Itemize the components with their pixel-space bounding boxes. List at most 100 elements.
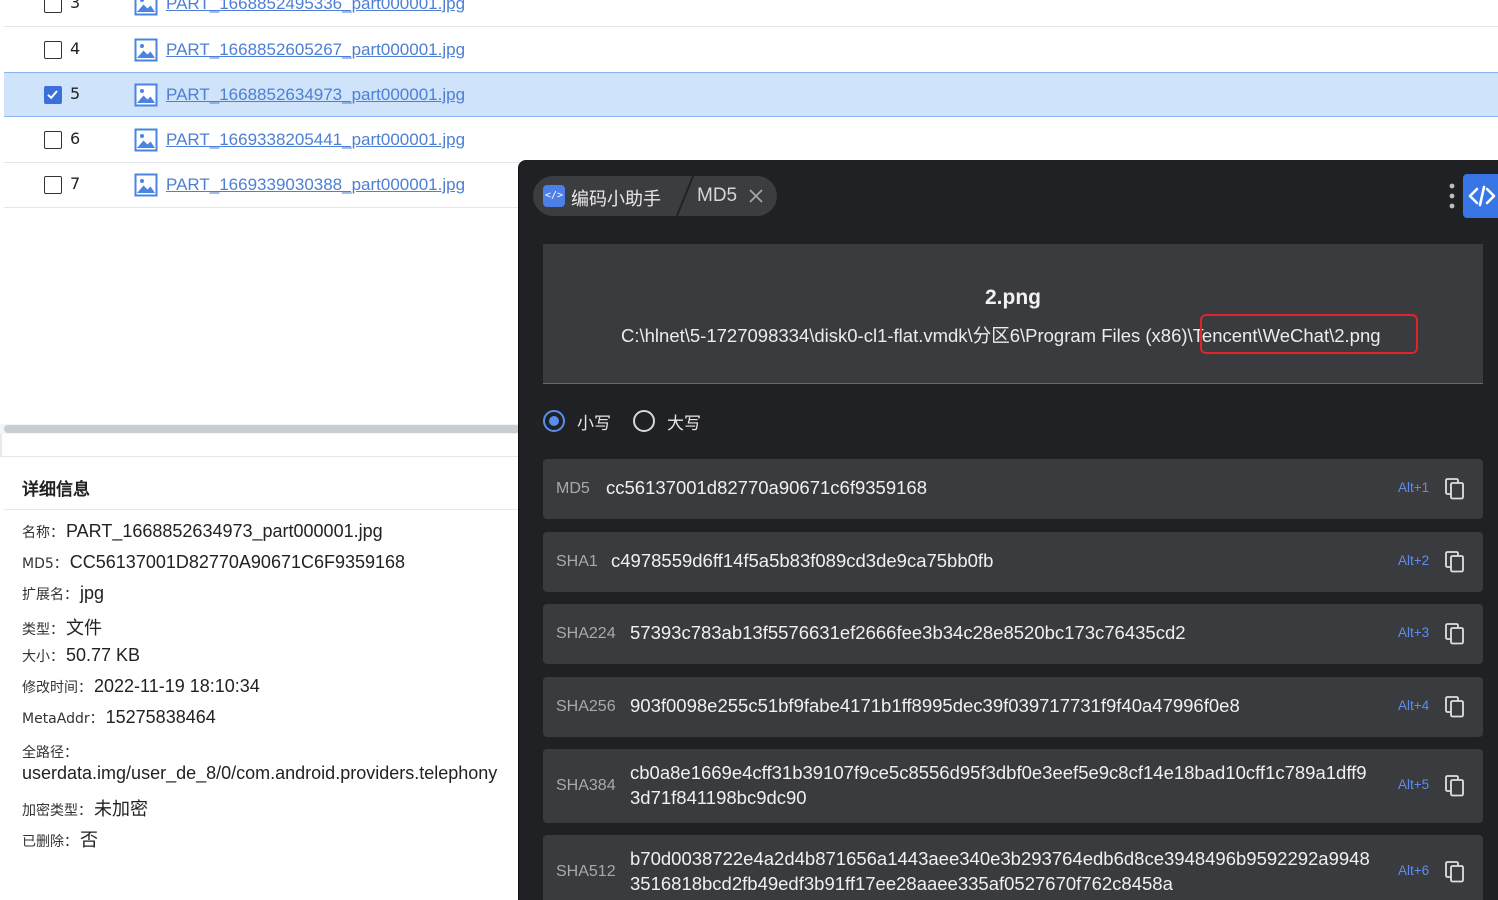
- hash-value-line-2[interactable]: 3516818bcd2fb49edf3b91ff17ee28aaee335af0…: [630, 871, 1173, 896]
- field-value: 15275838464: [105, 707, 216, 727]
- file-name-link[interactable]: PART_1668852495336_part000001.jpg: [166, 0, 465, 14]
- table-row-selected[interactable]: 5 PART_1668852634973_part000001.jpg: [4, 72, 1498, 117]
- table-row[interactable]: 4 PART_1668852605267_part000001.jpg: [4, 28, 1498, 73]
- radio-uppercase-label[interactable]: 大写: [667, 409, 701, 434]
- image-icon: [134, 38, 158, 62]
- hash-name: SHA512: [556, 863, 616, 880]
- table-row[interactable]: 3 PART_1668852495336_part000001.jpg: [4, 0, 1498, 27]
- file-name-link[interactable]: PART_1669338205441_part000001.jpg: [166, 130, 465, 150]
- field-key: 大小：: [22, 649, 64, 665]
- file-name-link[interactable]: PART_1669339030388_part000001.jpg: [166, 175, 465, 195]
- divider: [4, 509, 520, 510]
- file-name: 2.png: [985, 286, 1041, 309]
- copy-icon[interactable]: [1445, 861, 1465, 883]
- row-number: 4: [70, 39, 81, 58]
- hash-value[interactable]: c4978559d6ff14f5a5b83f089cd3de9ca75bb0fb: [611, 548, 993, 573]
- hash-row-sha1: SHA1 c4978559d6ff14f5a5b83f089cd3de9ca75…: [543, 532, 1483, 592]
- image-icon: [134, 128, 158, 152]
- shortcut-label: Alt+6: [1398, 863, 1430, 878]
- hash-value[interactable]: cc56137001d82770a90671c6f9359168: [606, 475, 927, 500]
- field-value: userdata.img/user_de_8/0/com.android.pro…: [22, 763, 498, 783]
- detail-field-md5: MD5： CC56137001D82770A90671C6F9359168: [22, 552, 405, 573]
- tab-md5[interactable]: MD5: [697, 185, 737, 207]
- horizontal-scrollbar[interactable]: [0, 424, 520, 434]
- field-value: jpg: [80, 583, 105, 603]
- radio-lowercase[interactable]: [543, 410, 565, 432]
- field-value: 50.77 KB: [66, 645, 141, 665]
- field-key: MD5：: [22, 556, 68, 572]
- field-key: 名称：: [22, 525, 64, 541]
- hash-value-line-2[interactable]: 3d71f841198bc9dc90: [630, 785, 807, 810]
- row-checkbox[interactable]: [44, 0, 62, 13]
- field-key: 加密类型：: [22, 803, 92, 819]
- field-value: PART_1668852634973_part000001.jpg: [66, 521, 383, 541]
- detail-field-name: 名称： PART_1668852634973_part000001.jpg: [22, 521, 383, 542]
- copy-icon[interactable]: [1445, 623, 1465, 645]
- row-number: 6: [70, 129, 81, 148]
- close-icon[interactable]: [747, 187, 765, 205]
- row-checkbox[interactable]: [44, 131, 62, 149]
- row-number: 3: [70, 0, 81, 12]
- tab-encoding-helper[interactable]: 编码小助手: [571, 185, 661, 211]
- field-value: 文件: [66, 618, 102, 638]
- hash-row-sha512: SHA512 b70d0038722e4a2d4b871656a1443aee3…: [543, 835, 1483, 900]
- radio-lowercase-label[interactable]: 小写: [577, 409, 611, 434]
- image-icon: [134, 83, 158, 107]
- file-info-box: 2.png C:\hlnet\5-1727098334\disk0-cl1-fl…: [543, 244, 1483, 384]
- hash-row-sha256: SHA256 903f0098e255c51bf9fabe4171b1ff899…: [543, 677, 1483, 737]
- detail-field-deleted: 已删除：否: [22, 826, 98, 852]
- tab-bar: </> 编码小助手 MD5: [533, 176, 777, 216]
- shortcut-label: Alt+1: [1398, 480, 1430, 495]
- hash-value[interactable]: 903f0098e255c51bf9fabe4171b1ff8995dec39f…: [630, 693, 1240, 718]
- table-row[interactable]: 6 PART_1669338205441_part000001.jpg: [4, 118, 1498, 163]
- hash-row-sha224: SHA224 57393c783ab13f5576631ef2666fee3b3…: [543, 604, 1483, 664]
- detail-field-extension: 扩展名： jpg: [22, 583, 104, 604]
- detail-field-type: 类型： 文件: [22, 614, 102, 640]
- hash-name: SHA384: [556, 777, 616, 794]
- detail-panel: 详细信息 名称： PART_1668852634973_part000001.jp…: [0, 456, 520, 900]
- copy-icon[interactable]: [1445, 696, 1465, 718]
- hash-value-line-1[interactable]: b70d0038722e4a2d4b871656a1443aee340e3b29…: [630, 846, 1370, 871]
- detail-field-size: 大小： 50.77 KB: [22, 645, 140, 666]
- code-icon: [1468, 185, 1496, 207]
- scrollbar-thumb[interactable]: [4, 425, 520, 433]
- shortcut-label: Alt+4: [1398, 698, 1430, 713]
- checkmark-icon: [47, 90, 58, 100]
- hash-row-md5: MD5 cc56137001d82770a90671c6f9359168 Alt…: [543, 459, 1483, 519]
- hash-value-line-1[interactable]: cb0a8e1669e4cff31b39107f9ce5c8556d95f3db…: [630, 760, 1367, 785]
- field-key: 修改时间：: [22, 680, 92, 696]
- shortcut-label: Alt+3: [1398, 625, 1430, 640]
- shortcut-label: Alt+2: [1398, 553, 1430, 568]
- detail-field-encryption: 加密类型： 未加密: [22, 795, 148, 821]
- detail-title: 详细信息: [22, 480, 90, 500]
- row-checkbox[interactable]: [44, 41, 62, 59]
- hash-value[interactable]: 57393c783ab13f5576631ef2666fee3b34c28e85…: [630, 620, 1186, 645]
- hash-name: SHA224: [556, 625, 616, 642]
- field-value: 否: [80, 830, 98, 850]
- code-toggle-button[interactable]: [1463, 174, 1498, 218]
- file-name-link[interactable]: PART_1668852605267_part000001.jpg: [166, 40, 465, 60]
- hash-row-sha384: SHA384 cb0a8e1669e4cff31b39107f9ce5c8556…: [543, 749, 1483, 823]
- copy-icon[interactable]: [1445, 478, 1465, 500]
- detail-field-fullpath-value: userdata.img/user_de_8/0/com.android.pro…: [22, 763, 497, 784]
- code-icon: </>: [543, 185, 565, 207]
- field-key: 全路径：: [22, 745, 78, 761]
- highlight-annotation: [1200, 314, 1418, 354]
- field-value: 2022-11-19 18:10:34: [94, 676, 260, 696]
- detail-field-modified: 修改时间： 2022-11-19 18:10:34: [22, 676, 260, 697]
- copy-icon[interactable]: [1445, 775, 1465, 797]
- field-key: 已删除：: [22, 834, 78, 850]
- detail-field-metaaddr: MetaAddr： 15275838464: [22, 707, 216, 728]
- hash-tool-window: </> 编码小助手 MD5 2.png C:\hlnet\5-172709833…: [518, 160, 1498, 900]
- field-key: 扩展名：: [22, 587, 78, 603]
- row-checkbox[interactable]: [44, 176, 62, 194]
- field-value: CC56137001D82770A90671C6F9359168: [69, 552, 406, 572]
- file-name-link[interactable]: PART_1668852634973_part000001.jpg: [166, 85, 465, 105]
- tab-separator: [675, 176, 695, 216]
- more-vert-icon[interactable]: [1449, 182, 1455, 210]
- field-key: MetaAddr：: [22, 711, 104, 727]
- row-checkbox-checked[interactable]: [44, 86, 62, 104]
- copy-icon[interactable]: [1445, 551, 1465, 573]
- radio-uppercase[interactable]: [633, 410, 655, 432]
- detail-field-fullpath: 全路径：: [22, 741, 80, 762]
